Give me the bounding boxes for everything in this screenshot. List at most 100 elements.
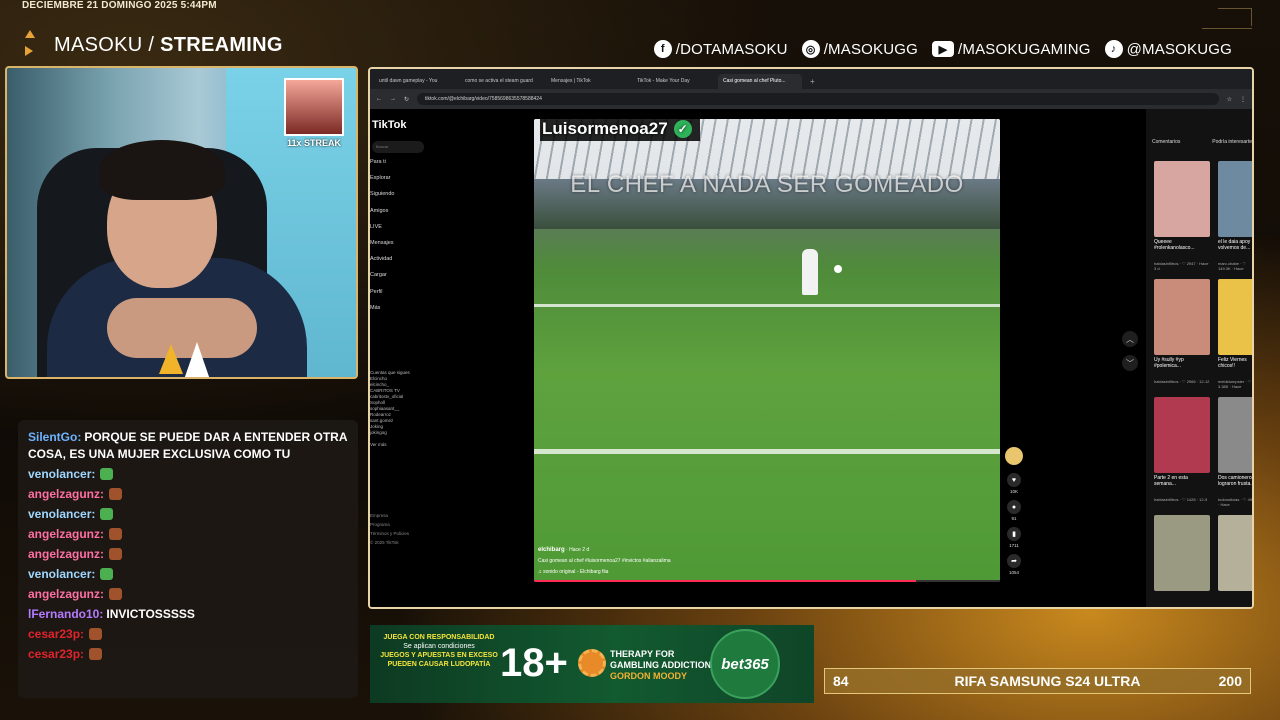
back-icon[interactable]: ← bbox=[376, 96, 382, 102]
nav-item[interactable]: Para ti bbox=[370, 159, 440, 175]
social-link[interactable]: f/DOTAMASOKU bbox=[653, 40, 788, 58]
brand-logo-icon bbox=[22, 30, 44, 60]
footer-link[interactable]: Empresa bbox=[370, 511, 440, 520]
video-title: Uy #sully #yp #polemica... bbox=[1154, 357, 1184, 369]
author-avatar[interactable] bbox=[1005, 447, 1023, 465]
video-thumbnail bbox=[1154, 515, 1210, 591]
suggested-video[interactable] bbox=[1218, 515, 1252, 591]
emote-icon bbox=[109, 488, 123, 500]
therapy-line3: GORDON MOODY bbox=[610, 671, 688, 681]
video-player[interactable]: Luisormenoa27 ✓ EL CHEF A NADA SER GOMEA… bbox=[534, 119, 1000, 582]
suggested-video[interactable]: Dos camioneros lograron frusta... todonot… bbox=[1218, 397, 1252, 507]
chat-username[interactable]: angelzagunz: bbox=[28, 587, 104, 601]
chat-username[interactable]: lFernando10: bbox=[28, 607, 103, 621]
suggested-video[interactable]: el le daia apoy volvemos de... marc.chabe… bbox=[1218, 161, 1252, 271]
following-item[interactable]: jokingog bbox=[370, 430, 440, 436]
footer-link[interactable]: Programa bbox=[370, 520, 440, 529]
panel-tab[interactable]: Comentarios bbox=[1152, 139, 1180, 145]
video-progress[interactable] bbox=[534, 580, 1000, 582]
forward-icon[interactable]: → bbox=[390, 96, 396, 102]
video-stats: hablasinfiltros · ♡ 2966 · 12-12 bbox=[1154, 379, 1210, 384]
video-author[interactable]: elchibarg bbox=[538, 547, 565, 553]
footer-link[interactable]: © 2025 TikTok bbox=[370, 538, 440, 547]
nav-item[interactable]: LIVE bbox=[370, 224, 440, 240]
bookmark-star-icon[interactable]: ☆ bbox=[1227, 96, 1232, 103]
footer-link[interactable]: Términos y Policies bbox=[370, 529, 440, 538]
channel-logo-icon bbox=[155, 336, 225, 377]
emote-icon bbox=[109, 588, 123, 600]
suggested-video[interactable]: Parte 2 en esta semana... hablasinfiltros… bbox=[1154, 397, 1210, 507]
suggested-video[interactable]: Feliz Viernes chicos!! meididumpster · ♡ … bbox=[1218, 279, 1252, 389]
social-link[interactable]: ◎/MASOKUGG bbox=[801, 40, 918, 58]
chat-message: angelzagunz: bbox=[28, 586, 348, 603]
browser-tab[interactable]: TikTok - Make Your Day bbox=[632, 74, 716, 89]
action-button[interactable]: ♥ 10K bbox=[1005, 473, 1023, 494]
frame-corner bbox=[1218, 8, 1252, 26]
nav-item[interactable]: Actividad bbox=[370, 256, 440, 272]
chat-username[interactable]: angelzagunz: bbox=[28, 547, 104, 561]
nav-item[interactable]: Siguiendo bbox=[370, 191, 440, 207]
social-handle: @MASOKUGG bbox=[1126, 40, 1232, 58]
streamer-hair bbox=[99, 140, 225, 200]
bookmark-icon: ▮ bbox=[1007, 527, 1021, 541]
search-input[interactable]: Buscar bbox=[372, 141, 424, 153]
chat-username[interactable]: angelzagunz: bbox=[28, 527, 104, 541]
share-icon: ➦ bbox=[1007, 554, 1021, 568]
video-meta: elchibarg · Hace 2 d Casi gomean al chef… bbox=[538, 545, 671, 578]
video-description: Casi gomean al chef #luisormenoa27 #invi… bbox=[538, 558, 671, 564]
raffle-title: RIFA SAMSUNG S24 ULTRA bbox=[954, 673, 1141, 689]
panel-tab[interactable]: Podría interesarte bbox=[1212, 139, 1252, 145]
chat-message: angelzagunz: bbox=[28, 486, 348, 503]
menu-icon[interactable]: ⋮ bbox=[1240, 96, 1246, 103]
raffle-count: 84 bbox=[833, 673, 849, 689]
video-thumbnail bbox=[1154, 397, 1210, 473]
reload-icon[interactable]: ↻ bbox=[404, 96, 409, 103]
see-more-link[interactable]: Ver más bbox=[370, 442, 440, 448]
panel-tabs: Comentarios Podría interesarte bbox=[1152, 139, 1252, 145]
nav-item[interactable]: Amigos bbox=[370, 208, 440, 224]
instagram-icon: ◎ bbox=[801, 40, 820, 58]
action-button[interactable]: ▮ 1711 bbox=[1005, 527, 1023, 548]
suggested-video[interactable]: Queeee #rolenkanolasco... hablasinfiltros… bbox=[1154, 161, 1210, 271]
chevron-up-icon[interactable]: ︿ bbox=[1122, 331, 1138, 347]
tiktok-footer: Empresa Programa Términos y Policies © 2025… bbox=[370, 511, 440, 547]
chat-username[interactable]: SilentGo: bbox=[28, 430, 81, 444]
nav-item[interactable]: Mensajes bbox=[370, 240, 440, 256]
suggested-video[interactable] bbox=[1154, 515, 1210, 591]
chevron-down-icon[interactable]: ﹀ bbox=[1122, 355, 1138, 371]
chat-message: venolancer: bbox=[28, 566, 348, 583]
video-title: Queeee #rolenkanolasco... bbox=[1154, 239, 1195, 251]
address-bar: ← → ↻ tiktok.com/@elchibarg/video/758569… bbox=[370, 89, 1252, 109]
action-button[interactable]: ➦ 1054 bbox=[1005, 554, 1023, 575]
video-sound[interactable]: ♫ sonido original - Elchibarg fiia bbox=[538, 567, 671, 578]
chat-username[interactable]: cesar23p: bbox=[28, 627, 84, 641]
chat-username[interactable]: angelzagunz: bbox=[28, 487, 104, 501]
url-field[interactable]: tiktok.com/@elchibarg/video/758569863557… bbox=[417, 93, 1219, 105]
nav-item[interactable]: Cargar bbox=[370, 272, 440, 288]
brand-title-bold: STREAMING bbox=[160, 33, 283, 56]
social-link[interactable]: ▶/MASOKUGAMING bbox=[932, 41, 1091, 58]
chat-username[interactable]: cesar23p: bbox=[28, 647, 84, 661]
browser-tab[interactable]: como se activa el steam guard bbox=[460, 74, 544, 89]
browser-tab[interactable]: Mensajes | TikTok bbox=[546, 74, 630, 89]
nav-item[interactable]: Perfil bbox=[370, 289, 440, 305]
nav-item[interactable]: Más bbox=[370, 305, 440, 321]
nav-item[interactable]: Explorar bbox=[370, 175, 440, 191]
suggested-video[interactable]: Uy #sully #yp #polemica... hablasinfiltro… bbox=[1154, 279, 1210, 389]
video-stats: marc.chabe · ♡ 149.3K · Hace bbox=[1218, 261, 1247, 271]
emote-icon bbox=[100, 468, 114, 480]
tiktok-logo[interactable]: TikTok bbox=[372, 119, 406, 131]
verified-icon: ✓ bbox=[673, 120, 692, 138]
heart-icon: ♥ bbox=[1007, 473, 1021, 487]
chat-username[interactable]: venolancer: bbox=[28, 507, 95, 521]
chat-username[interactable]: venolancer: bbox=[28, 567, 95, 581]
social-handle: /MASOKUGAMING bbox=[958, 40, 1091, 58]
chat-username[interactable]: venolancer: bbox=[28, 467, 95, 481]
browser-tab[interactable]: Casi gomean al chef Pluto... bbox=[718, 74, 802, 89]
new-tab-icon[interactable]: + bbox=[804, 77, 821, 89]
social-link[interactable]: ♪ @MASOKUGG bbox=[1104, 40, 1232, 58]
emote-icon bbox=[109, 548, 123, 560]
browser-tab[interactable]: until dawn gameplay - You bbox=[374, 74, 458, 89]
date-time: DECIEMBRE 21 DOMINGO 2025 5:44PM bbox=[22, 0, 217, 11]
action-button[interactable]: ● 91 bbox=[1005, 500, 1023, 521]
